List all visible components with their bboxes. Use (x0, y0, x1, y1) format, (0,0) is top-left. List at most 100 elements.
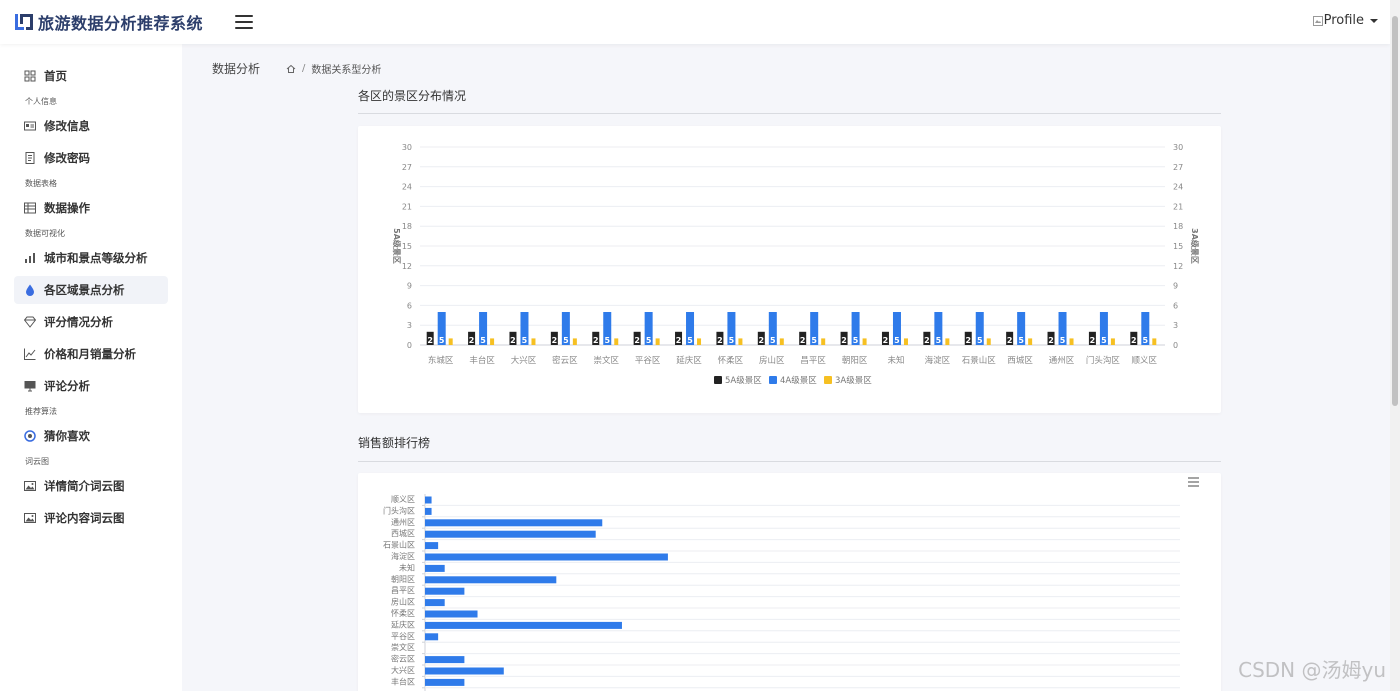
bar-3a[interactable] (779, 338, 784, 345)
bar-data-label: 2 (552, 336, 558, 345)
y2-tick-label: 30 (1173, 143, 1183, 152)
y-tick-label: 顺义区 (391, 495, 415, 504)
x-tick-label: 昌平区 (800, 356, 826, 366)
sidebar-item[interactable]: 城市和景点等级分析 (14, 244, 168, 272)
bar-data-label: 5 (894, 336, 900, 345)
bar-3a[interactable] (862, 338, 867, 345)
bar-chart-icon (24, 252, 36, 264)
y-tick-label: 6 (407, 301, 412, 310)
y2-axis-label: 3A级景区 (1190, 228, 1200, 264)
x-tick-label: 通州区 (1049, 355, 1075, 366)
sidebar-item-label: 评论内容词云图 (44, 511, 125, 525)
sales-bar[interactable] (425, 599, 445, 607)
bar-data-label: 5 (522, 336, 528, 345)
sidebar-item[interactable]: 评分情况分析 (14, 308, 168, 336)
sales-bar[interactable] (425, 621, 622, 629)
sales-bar[interactable] (425, 678, 465, 686)
sidebar-item[interactable]: 详情简介词云图 (14, 472, 168, 500)
bar-data-label: 5 (853, 336, 859, 345)
sales-bar[interactable] (425, 656, 465, 664)
app-logo[interactable]: 旅游数据分析推荐系统 (14, 10, 203, 34)
sales-ranking-chart[interactable]: 顺义区门头沟区通州区西城区石景山区海淀区未知朝阳区昌平区房山区怀柔区延庆区平谷区… (358, 473, 1221, 691)
image-icon (24, 480, 36, 492)
sidebar-item[interactable]: 数据操作 (14, 194, 168, 222)
sales-bar[interactable] (425, 610, 478, 618)
y-tick-label: 9 (407, 282, 412, 291)
sales-bar[interactable] (425, 667, 504, 675)
sidebar-item[interactable]: 价格和月销量分析 (14, 340, 168, 368)
sales-bar[interactable] (425, 553, 668, 561)
y2-tick-label: 15 (1173, 242, 1183, 251)
sales-bar[interactable] (425, 507, 432, 515)
y-tick-label: 怀柔区 (391, 608, 415, 618)
sidebar-item-label: 各区域景点分析 (44, 283, 125, 297)
nav-group-label: 数据表格 (25, 179, 57, 188)
y-tick-label: 24 (402, 183, 412, 192)
x-tick-label: 顺义区 (1132, 356, 1158, 366)
sales-bar[interactable] (425, 496, 432, 504)
bar-3a[interactable] (531, 338, 536, 345)
bar-3a[interactable] (986, 338, 991, 345)
drop-icon (24, 284, 36, 296)
bar-3a[interactable] (614, 338, 619, 345)
district-section-title: 各区的景区分布情况 (358, 89, 467, 103)
bar-data-label: 5 (687, 336, 693, 345)
sidebar-item[interactable]: 评论分析 (14, 372, 168, 400)
sales-bar[interactable] (425, 564, 445, 572)
page-scrollbar[interactable] (1390, 0, 1400, 691)
district-scenic-chart[interactable]: 0 0 3 3 6 6 9 9 12 12 15 15 18 18 21 21 24 24 27 27 30 30 5A级景… (358, 126, 1221, 413)
x-tick-label: 西城区 (1007, 356, 1033, 366)
sidebar-item[interactable]: 修改密码 (14, 144, 168, 172)
sidebar-item[interactable]: 修改信息 (14, 112, 168, 140)
sidebar-item[interactable]: 猜你喜欢 (14, 422, 168, 450)
sales-bar[interactable] (425, 530, 596, 538)
monitor-icon (24, 380, 36, 392)
sidebar-item[interactable]: 首页 (14, 62, 168, 90)
x-tick-label: 丰台区 (469, 355, 495, 366)
toolbox-menu-icon[interactable] (1188, 477, 1199, 487)
y2-tick-label: 9 (1173, 282, 1178, 291)
bar-3a[interactable] (1110, 338, 1115, 345)
bar-3a[interactable] (738, 338, 743, 345)
bar-data-label: 2 (427, 336, 433, 345)
menu-toggle-icon[interactable] (235, 15, 254, 29)
bar-3a[interactable] (490, 338, 495, 345)
home-icon[interactable] (286, 64, 296, 74)
bar-3a[interactable] (448, 338, 453, 345)
bar-data-label: 5 (1101, 336, 1107, 345)
bar-3a[interactable] (1069, 338, 1074, 345)
profile-label: Profile (1323, 13, 1364, 28)
logo-icon (15, 14, 33, 30)
legend-item[interactable]: 4A级景区 (769, 375, 817, 386)
bar-3a[interactable] (697, 338, 702, 345)
bar-3a[interactable] (572, 338, 577, 345)
sidebar: 首页 个人信息 修改信息 修改密码 数据表格 数据操作 数据可视化 城市和景点等级分析 各区域景… (0, 44, 182, 691)
bar-data-label: 5 (977, 336, 983, 345)
sales-bar[interactable] (425, 587, 465, 595)
sales-bar[interactable] (425, 519, 603, 527)
bar-3a[interactable] (821, 338, 826, 345)
y-tick-label: 12 (402, 262, 412, 271)
scrollbar-thumb[interactable] (1392, 16, 1398, 406)
bar-3a[interactable] (903, 338, 908, 345)
sidebar-item[interactable]: 评论内容词云图 (14, 504, 168, 532)
bar-3a[interactable] (655, 338, 660, 345)
bar-3a[interactable] (1028, 338, 1033, 345)
bar-data-label: 5 (604, 336, 610, 345)
line-chart-icon (24, 348, 36, 360)
bar-3a[interactable] (1152, 338, 1157, 345)
bar-data-label: 2 (965, 336, 971, 345)
x-tick-label: 朝阳区 (842, 356, 868, 366)
y-tick-label: 海淀区 (391, 551, 415, 561)
profile-menu[interactable]: Profile (1312, 13, 1378, 28)
bar-data-label: 2 (924, 336, 930, 345)
sales-bar[interactable] (425, 576, 557, 584)
legend-item[interactable]: 3A级景区 (824, 375, 872, 386)
sidebar-item[interactable]: 各区域景点分析 (14, 276, 168, 304)
legend-item[interactable]: 5A级景区 (714, 375, 762, 386)
bar-data-label: 2 (800, 336, 806, 345)
image-icon (24, 512, 36, 524)
bar-3a[interactable] (945, 338, 950, 345)
sales-bar[interactable] (425, 633, 439, 641)
sales-bar[interactable] (425, 542, 439, 550)
